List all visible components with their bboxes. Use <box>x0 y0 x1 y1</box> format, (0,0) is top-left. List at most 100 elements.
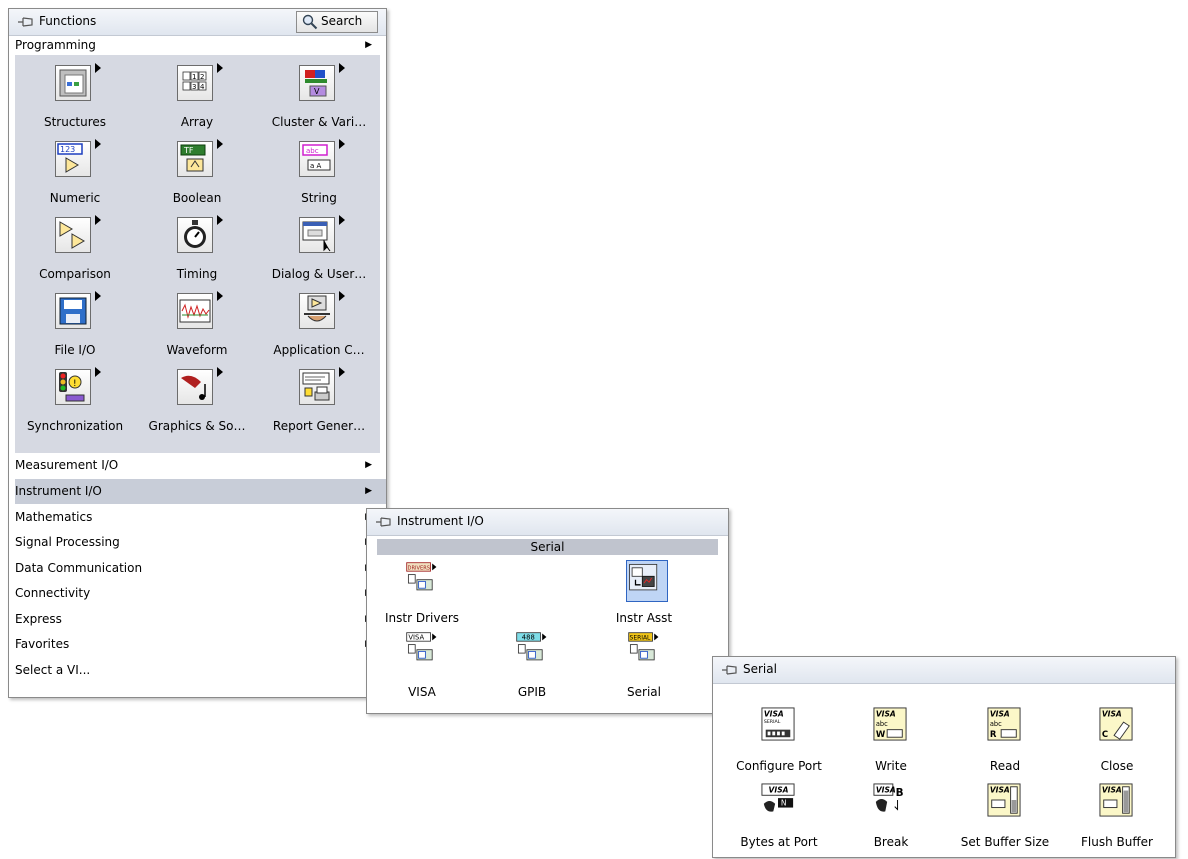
svg-text:R: R <box>990 730 997 740</box>
palette-item-close[interactable]: VISA C Close <box>1061 705 1173 779</box>
bytes-at-port-icon: VISA N <box>761 783 797 819</box>
category-measurement-io[interactable]: Measurement I/O ▶ <box>9 453 386 478</box>
palette-item-label: Structures <box>43 115 107 129</box>
submenu-arrow-icon <box>217 139 223 149</box>
submenu-arrow-icon: ▶ <box>365 486 372 496</box>
svg-text:B: B <box>896 787 904 799</box>
palette-item-label: Bytes at Port <box>740 835 818 849</box>
palette-item-label: Waveform <box>166 343 228 357</box>
palette-item-timing[interactable]: Timing <box>137 211 257 285</box>
palette-item-label: Cluster & Vari… <box>271 115 367 129</box>
serial-palette: Serial VISA SERIAL Configure Port VISA abc… <box>712 656 1176 858</box>
svg-text:VISA: VISA <box>876 709 896 718</box>
palette-item-report-generation[interactable]: Report Gener… <box>259 363 379 437</box>
palette-item-dialog[interactable]: Dialog & User… <box>259 211 379 285</box>
instrument-io-palette: Instrument I/O Serial DRIVERS Instr Driv… <box>366 508 729 714</box>
submenu-arrow-icon <box>339 215 345 225</box>
category-instrument-io[interactable]: Instrument I/O ▶ <box>15 479 386 504</box>
category-label: Select a VI... <box>15 663 91 677</box>
svg-text:W: W <box>876 730 886 740</box>
report-generation-icon <box>299 369 335 405</box>
category-connectivity[interactable]: Connectivity▶ <box>9 581 386 606</box>
palette-item-label: Numeric <box>49 191 101 205</box>
timing-icon <box>177 217 213 253</box>
palette-item-numeric[interactable]: 123 Numeric <box>15 135 135 209</box>
palette-item-synchronization[interactable]: ! Synchronization <box>15 363 135 437</box>
palette-item-read[interactable]: VISA abc R Read <box>949 705 1061 779</box>
palette-item-write[interactable]: VISA abc W Write <box>835 705 947 779</box>
palette-item-serial[interactable]: SERIAL Serial <box>589 629 699 705</box>
svg-text:1: 1 <box>192 73 196 81</box>
category-signal-processing[interactable]: Signal Processing▶ <box>9 530 386 555</box>
palette-item-label: Flush Buffer <box>1081 835 1153 849</box>
submenu-arrow-icon <box>217 291 223 301</box>
palette-item-instr-asst[interactable]: Instr Asst <box>589 553 699 629</box>
svg-text:VISA: VISA <box>408 634 424 642</box>
submenu-arrow-icon <box>95 63 101 73</box>
svg-text:a A: a A <box>310 162 322 170</box>
palette-item-label: String <box>301 191 337 205</box>
break-icon: VISA B <box>873 783 909 819</box>
palette-item-waveform[interactable]: Waveform <box>137 287 257 361</box>
category-programming[interactable]: Programming ▶ <box>9 37 386 55</box>
palette-item-graphics-sound[interactable]: Graphics & So… <box>137 363 257 437</box>
svg-text:2: 2 <box>200 73 204 81</box>
flush-buffer-icon: VISA <box>1099 783 1135 819</box>
pin-icon[interactable] <box>375 515 393 529</box>
category-data-communication[interactable]: Data Communication▶ <box>9 556 386 581</box>
palette-item-string[interactable]: abc a A String <box>259 135 379 209</box>
palette-item-comparison[interactable]: Comparison <box>15 211 135 285</box>
submenu-arrow-icon <box>339 291 345 301</box>
palette-item-break[interactable]: VISA B Break <box>835 781 947 855</box>
palette-item-label: Timing <box>176 267 218 281</box>
serial-icon: SERIAL <box>627 631 667 671</box>
submenu-arrow-icon <box>217 367 223 377</box>
svg-text:abc: abc <box>876 720 888 728</box>
palette-item-label: Application C… <box>273 343 365 357</box>
cluster-icon: V <box>299 65 335 101</box>
palette-item-cluster[interactable]: V Cluster & Vari… <box>259 59 379 133</box>
category-mathematics[interactable]: Mathematics▶ <box>9 505 386 530</box>
svg-text:!: ! <box>73 379 77 389</box>
palette-item-label: Write <box>875 759 907 773</box>
palette-item-visa[interactable]: VISA VISA <box>367 629 477 705</box>
palette-item-array[interactable]: 1234 Array <box>137 59 257 133</box>
palette-item-file-io[interactable]: File I/O <box>15 287 135 361</box>
gpib-icon: 488 <box>515 631 555 671</box>
palette-item-gpib[interactable]: 488 GPIB <box>477 629 587 705</box>
svg-text:3: 3 <box>192 83 196 91</box>
palette-item-label: Set Buffer Size <box>960 835 1050 849</box>
submenu-arrow-icon <box>217 63 223 73</box>
palette-item-label: Synchronization <box>26 419 124 433</box>
palette-item-structures[interactable]: Structures <box>15 59 135 133</box>
search-button[interactable]: Search <box>296 11 378 33</box>
select-a-vi-item[interactable]: Select a VI... <box>9 658 386 683</box>
category-express[interactable]: Express▶ <box>9 607 386 632</box>
instrument-io-titlebar: Instrument I/O <box>367 509 728 536</box>
palette-item-label: Read <box>989 759 1021 773</box>
svg-text:DRIVERS: DRIVERS <box>408 566 430 572</box>
palette-item-label: Instr Asst <box>615 611 673 625</box>
palette-item-instr-drivers[interactable]: DRIVERS Instr Drivers <box>367 553 477 629</box>
palette-item-label: Dialog & User… <box>271 267 367 281</box>
palette-item-bytes-at-port[interactable]: VISA N Bytes at Port <box>723 781 835 855</box>
palette-item-set-buffer-size[interactable]: VISA Set Buffer Size <box>949 781 1061 855</box>
category-favorites[interactable]: Favorites▶ <box>9 632 386 657</box>
submenu-arrow-icon <box>339 63 345 73</box>
category-label: Signal Processing <box>15 535 120 549</box>
instrument-drivers-icon: DRIVERS <box>405 561 445 601</box>
pin-icon[interactable] <box>721 663 739 677</box>
palette-item-application-control[interactable]: Application C… <box>259 287 379 361</box>
pin-icon[interactable] <box>17 15 35 29</box>
palette-item-boolean[interactable]: TF Boolean <box>137 135 257 209</box>
visa-close-icon: VISA C <box>1099 707 1135 743</box>
palette-item-label: VISA <box>408 685 436 699</box>
category-label: Express <box>15 612 62 626</box>
palette-item-flush-buffer[interactable]: VISA Flush Buffer <box>1061 781 1173 855</box>
numeric-icon: 123 <box>55 141 91 177</box>
palette-item-configure-port[interactable]: VISA SERIAL Configure Port <box>723 705 835 779</box>
category-label: Favorites <box>15 637 70 651</box>
visa-icon: VISA <box>405 631 445 671</box>
palette-item-label: Comparison <box>39 267 111 281</box>
svg-text:VISA: VISA <box>764 709 784 718</box>
